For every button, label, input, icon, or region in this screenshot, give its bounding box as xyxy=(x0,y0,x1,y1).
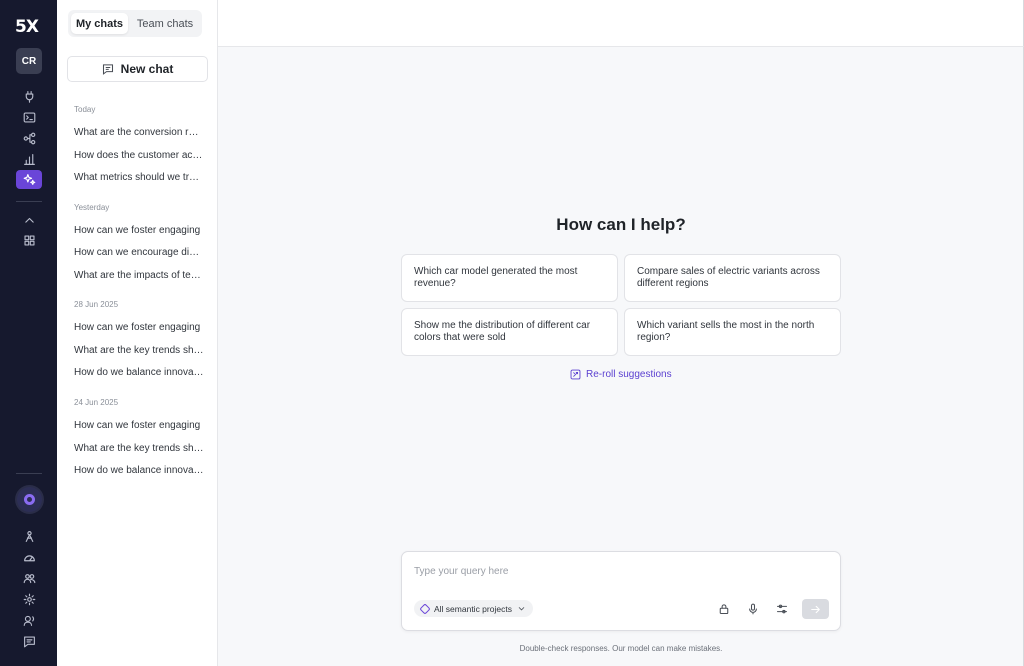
gauge-icon[interactable] xyxy=(17,548,41,566)
reroll-label: Re-roll suggestions xyxy=(586,369,672,380)
chat-history-item[interactable]: What are the impacts of technology xyxy=(74,270,204,281)
chat-history-item[interactable]: How do we balance innovation xyxy=(74,465,204,476)
chat-history-panel xyxy=(57,0,218,666)
chat-history-item[interactable]: What metrics should we track xyxy=(74,172,204,183)
semantic-project-selector[interactable]: All semantic projects xyxy=(414,600,533,617)
lock-icon[interactable] xyxy=(716,601,732,617)
page-title: How can I help? xyxy=(556,215,686,234)
history-group-label: Today xyxy=(74,105,96,114)
chevron-down-icon xyxy=(518,607,525,611)
tab-team-chats[interactable]: Team chats xyxy=(132,13,198,34)
chat-history-item[interactable]: How can we foster engaging xyxy=(74,322,204,333)
suggestion-card[interactable]: Show me the distribution of different ca… xyxy=(401,308,618,356)
chat-history-item[interactable]: How can we encourage diverse xyxy=(74,247,204,258)
support-icon[interactable] xyxy=(17,611,41,629)
query-composer: All semantic projects xyxy=(401,551,841,631)
person-icon[interactable] xyxy=(17,527,41,545)
suggestion-card[interactable]: Which variant sells the most in the nort… xyxy=(624,308,841,356)
assistant-orb-icon[interactable] xyxy=(17,487,42,512)
message-icon[interactable] xyxy=(17,632,41,650)
chat-history-item[interactable]: What are the conversion rates xyxy=(74,127,204,138)
rail-divider xyxy=(16,201,42,202)
shuffle-icon xyxy=(570,369,581,380)
users-icon[interactable] xyxy=(17,569,41,587)
rail-divider xyxy=(16,473,42,474)
sliders-icon[interactable] xyxy=(774,601,790,617)
disclaimer-text: Double-check responses. Our model can ma… xyxy=(519,644,723,653)
history-group-label: Yesterday xyxy=(74,203,110,212)
plug-icon[interactable] xyxy=(17,87,41,105)
tab-my-chats[interactable]: My chats xyxy=(71,13,128,34)
new-chat-label: New chat xyxy=(120,62,174,76)
grid-icon[interactable] xyxy=(17,231,41,249)
project-cube-icon xyxy=(419,602,431,615)
send-button[interactable] xyxy=(802,599,829,619)
chat-history-item[interactable]: How can we foster engaging xyxy=(74,420,204,431)
history-group-label: 24 Jun 2025 xyxy=(74,398,119,407)
gear-icon[interactable] xyxy=(17,590,41,608)
project-selector-label: All semantic projects xyxy=(434,603,512,614)
user-avatar[interactable]: CR xyxy=(16,48,42,74)
chat-history-item[interactable]: How can we foster engaging xyxy=(74,225,204,236)
chat-bubble-icon xyxy=(102,64,113,75)
chevron-up-icon[interactable] xyxy=(17,211,41,229)
sparkles-icon[interactable] xyxy=(16,170,42,189)
arrow-right-icon xyxy=(811,605,820,613)
workflow-icon[interactable] xyxy=(17,129,41,147)
suggestion-card[interactable]: Compare sales of electric variants acros… xyxy=(624,254,841,302)
suggestion-card[interactable]: Which car model generated the most reven… xyxy=(401,254,618,302)
new-chat-button[interactable]: New chat xyxy=(67,56,208,82)
microphone-icon[interactable] xyxy=(745,601,761,617)
query-input[interactable] xyxy=(414,563,824,579)
terminal-icon[interactable] xyxy=(17,108,41,126)
reroll-suggestions-button[interactable]: Re-roll suggestions xyxy=(570,369,672,380)
chat-history-item[interactable]: How do we balance innovation xyxy=(74,367,204,378)
chat-history-item[interactable]: What are the key trends shaping xyxy=(74,443,204,454)
chat-scope-tabs: My chats Team chats xyxy=(68,10,202,37)
chat-history-item[interactable]: What are the key trends shaping xyxy=(74,345,204,356)
bar-chart-icon[interactable] xyxy=(17,150,41,168)
left-rail: 5X CR xyxy=(0,0,57,666)
history-group-label: 28 Jun 2025 xyxy=(74,300,119,309)
chat-history-item[interactable]: How does the customer acquisition xyxy=(74,150,204,161)
app-logo[interactable]: 5X xyxy=(15,17,39,37)
